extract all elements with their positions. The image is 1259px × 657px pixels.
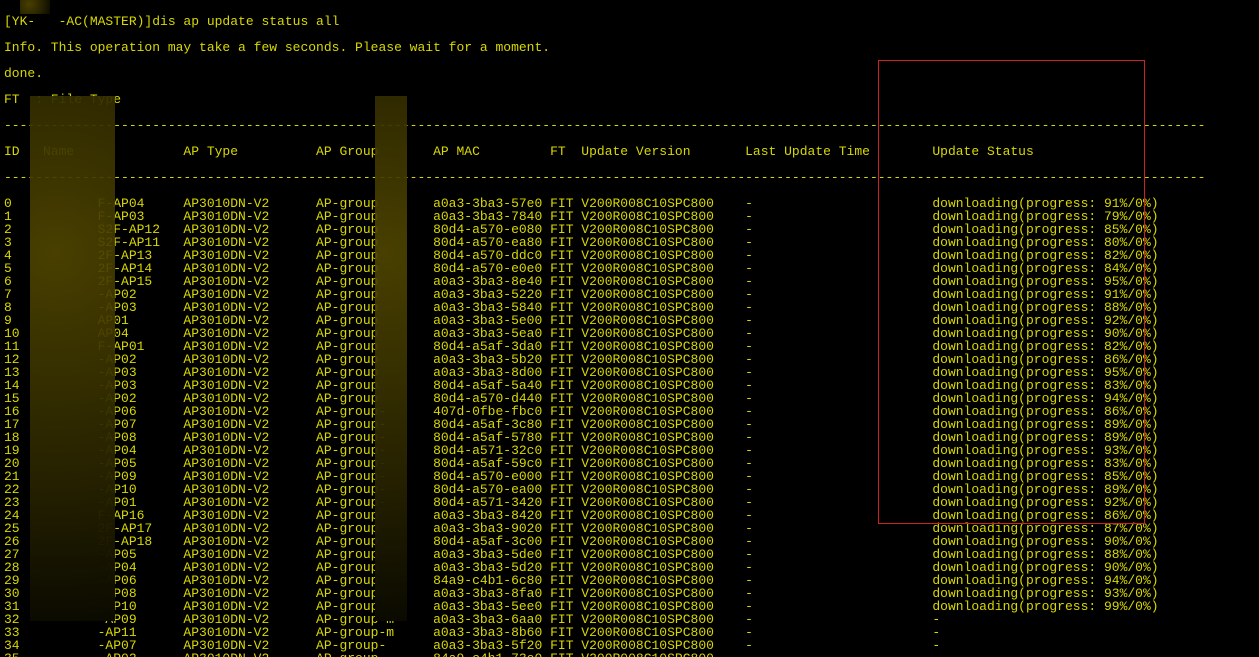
terminal-output[interactable]: [YK- -AC(MASTER)]dis ap update status al… (0, 0, 1259, 657)
ft-legend: FT : File Type (4, 93, 1255, 106)
done-line: done. (4, 67, 1255, 80)
divider: ----------------------------------------… (4, 171, 1255, 184)
divider: ----------------------------------------… (4, 119, 1255, 132)
table-row: 35 -AP02 AP3010DN-V2 AP-group 84a9-c4b1-… (4, 652, 1255, 657)
cmd-line: [YK- -AC(MASTER)]dis ap update status al… (4, 15, 1255, 28)
redaction-blob (20, 0, 50, 14)
table-header: ID Name AP Type AP Group AP MAC FT Updat… (4, 145, 1255, 158)
info-line: Info. This operation may take a few seco… (4, 41, 1255, 54)
